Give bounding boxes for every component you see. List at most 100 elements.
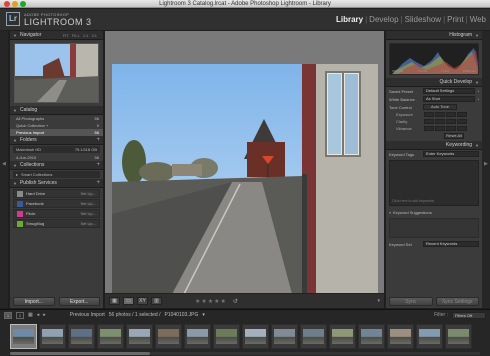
compare-view-icon[interactable]: XY — [137, 297, 148, 305]
toolbar-menu-icon[interactable]: ▾ — [377, 298, 380, 304]
filmstrip-scroll-thumb[interactable] — [10, 352, 150, 355]
filmstrip-thumbnail[interactable] — [184, 324, 211, 349]
exposure-up[interactable] — [446, 112, 456, 117]
filmstrip-thumbnail[interactable] — [300, 324, 327, 349]
vibrance-up-large[interactable] — [457, 126, 467, 131]
vibrance-up[interactable] — [446, 126, 456, 131]
keyword-set-dropdown[interactable]: Recent Keywords — [423, 241, 479, 247]
filmstrip-thumbnail[interactable] — [271, 324, 298, 349]
filmstrip-thumbnail[interactable] — [39, 324, 66, 349]
filmstrip-scrollbar[interactable] — [10, 352, 480, 355]
folders-header[interactable]: ▼ Folders + — [10, 136, 103, 145]
module-slideshow[interactable]: Slideshow — [405, 15, 441, 24]
service-setup[interactable]: Set Up... — [80, 201, 96, 206]
export-button[interactable]: Export... — [58, 297, 100, 306]
collapse-triangle-icon[interactable]: ▾ — [389, 210, 391, 215]
filmstrip-thumbnail[interactable] — [155, 324, 182, 349]
service-setup[interactable]: Set Up... — [80, 211, 96, 216]
loupe-view-icon[interactable]: ▭ — [123, 297, 134, 305]
folder-item[interactable]: 4-Jun-2010 56 — [10, 154, 103, 161]
grid-icon[interactable]: ▦ — [28, 312, 33, 318]
sync-settings-button[interactable]: Sync Settings — [435, 297, 479, 306]
sync-button[interactable]: Sync — [389, 297, 433, 306]
collections-header[interactable]: ▼ Collections + — [10, 161, 103, 170]
right-panel-toggle[interactable]: ▶ — [482, 31, 490, 308]
filmstrip-source[interactable]: Previous Import — [70, 312, 105, 318]
saved-preset-dropdown[interactable]: Default Settings — [423, 88, 476, 94]
filmstrip-thumbnail[interactable] — [68, 324, 95, 349]
keyword-tags-dropdown[interactable]: Enter Keywords — [423, 151, 479, 157]
navigator-preview[interactable] — [14, 43, 99, 103]
keywording-header[interactable]: Keywording ▼ — [386, 141, 482, 150]
second-window-icon[interactable]: 2 — [16, 311, 24, 319]
rotate-icon[interactable]: ↺ — [233, 298, 238, 305]
clarity-up[interactable] — [446, 119, 456, 124]
filmstrip-thumbnail[interactable] — [358, 324, 385, 349]
main-photo[interactable] — [112, 64, 302, 294]
filmstrip-thumbnail[interactable] — [387, 324, 414, 349]
module-separator: | — [443, 15, 446, 24]
zoom-3-1[interactable]: 3:1 — [91, 33, 97, 38]
expand-triangle-icon[interactable]: ◂ — [477, 97, 479, 101]
exposure-down-large[interactable] — [424, 112, 434, 117]
module-library[interactable]: Library — [336, 15, 363, 24]
filmstrip-thumbnail[interactable] — [97, 324, 124, 349]
filmstrip-thumbnail[interactable] — [126, 324, 153, 349]
loupe-view[interactable] — [105, 31, 384, 294]
zoom-fit[interactable]: FIT — [63, 33, 69, 38]
clarity-down-large[interactable] — [424, 119, 434, 124]
exposure-up-large[interactable] — [457, 112, 467, 117]
left-panel-toggle[interactable]: ◀ — [0, 31, 8, 308]
clarity-up-large[interactable] — [457, 119, 467, 124]
filmstrip-thumbnail[interactable] — [445, 324, 472, 349]
exposure-down[interactable] — [435, 112, 445, 117]
add-folder-icon[interactable]: + — [96, 137, 100, 143]
expand-triangle-icon[interactable]: ◂ — [477, 89, 479, 93]
vibrance-down-large[interactable] — [424, 126, 434, 131]
catalog-item-quick-collection[interactable]: Quick Collection + 0 — [10, 122, 103, 129]
zoom-1-1[interactable]: 1:1 — [83, 33, 89, 38]
forward-arrow-icon[interactable]: ▸ — [43, 312, 46, 318]
smart-collections-item[interactable]: ▸ Smart Collections — [13, 171, 100, 178]
star-rating[interactable]: ★★★★★ — [195, 298, 227, 305]
vibrance-down[interactable] — [435, 126, 445, 131]
filmstrip-thumbnail[interactable] — [242, 324, 269, 349]
histogram-header[interactable]: Histogram ▼ — [386, 31, 482, 40]
add-collection-icon[interactable]: + — [96, 162, 100, 168]
white-balance-dropdown[interactable]: As Shot — [423, 96, 476, 102]
drive-macintosh-hd[interactable]: Macintosh HD 79.1/118 GB — [13, 146, 100, 153]
module-web[interactable]: Web — [470, 15, 486, 24]
filmstrip-thumbnail[interactable] — [416, 324, 443, 349]
catalog-header[interactable]: ▼ Catalog — [10, 106, 103, 115]
chevron-down-icon[interactable]: ▾ — [202, 312, 205, 318]
add-publish-service-icon[interactable]: + — [96, 180, 100, 186]
import-button[interactable]: Import... — [13, 297, 55, 306]
navigator-header[interactable]: ▼ Navigator FIT FILL 1:1 3:1 — [10, 31, 103, 40]
quick-develop-header[interactable]: Quick Develop ▼ — [386, 78, 482, 87]
filmstrip-thumbnail[interactable] — [10, 324, 37, 349]
reset-all-button[interactable]: Reset All — [444, 132, 464, 139]
publish-service-hard-drive[interactable]: Hard Drive Set Up... — [13, 189, 100, 198]
clarity-down[interactable] — [435, 119, 445, 124]
catalog-item-previous-import[interactable]: Previous Import 56 — [10, 129, 103, 136]
keyword-entry-area[interactable]: Click here to add keywords — [389, 160, 479, 206]
grid-view-icon[interactable]: ▦ — [109, 297, 120, 305]
service-setup[interactable]: Set Up... — [80, 191, 96, 196]
auto-tone-button[interactable]: Auto Tone — [423, 104, 457, 110]
filmstrip-thumbnail[interactable] — [329, 324, 356, 349]
publish-service-flickr[interactable]: Flickr Set Up... — [13, 209, 100, 218]
filter-dropdown[interactable]: Filters Off — [452, 311, 486, 319]
service-setup[interactable]: Set Up... — [80, 221, 96, 226]
main-window-icon[interactable]: 1 — [4, 311, 12, 319]
filmstrip-thumbnail[interactable] — [213, 324, 240, 349]
survey-view-icon[interactable]: ▥ — [151, 297, 162, 305]
catalog-item-all-photographs[interactable]: All Photographs 56 — [10, 115, 103, 122]
zoom-fill[interactable]: FILL — [72, 33, 80, 38]
module-develop[interactable]: Develop — [369, 15, 398, 24]
publish-service-smugmug[interactable]: SmugMug Set Up... — [13, 219, 100, 228]
publish-services-header[interactable]: ▼ Publish Services + — [10, 179, 103, 188]
right-panel: Histogram ▼ ISO 100 7.4 mm f / 8.0 1/800… — [386, 31, 482, 308]
publish-service-facebook[interactable]: Facebook Set Up... — [13, 199, 100, 208]
module-print[interactable]: Print — [447, 15, 463, 24]
back-arrow-icon[interactable]: ◂ — [37, 312, 40, 318]
